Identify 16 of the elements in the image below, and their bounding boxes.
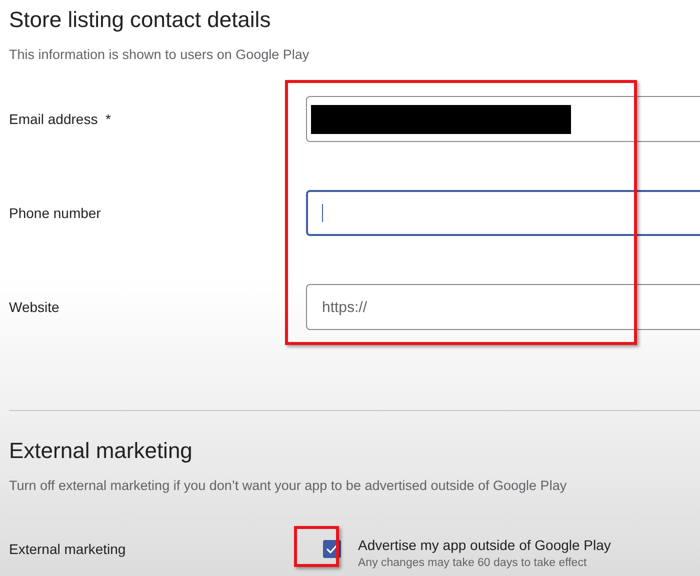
check-icon	[326, 544, 338, 554]
section-title: Store listing contact details	[8, 6, 272, 34]
text-field[interactable]	[306, 190, 700, 236]
section-title: External marketing	[8, 437, 194, 465]
text-field[interactable]: https://	[306, 284, 700, 330]
highlight-frame	[294, 526, 339, 567]
text-cursor	[322, 204, 323, 222]
text-field[interactable]	[306, 96, 700, 142]
field-label: Email address *	[8, 111, 112, 127]
field-label: Website	[8, 299, 60, 315]
section-description: Turn off external marketing if you don’t want your app to be advertised outside of Google Play	[8, 477, 568, 495]
checkbox-label: Advertise my app outside of Google Play	[358, 536, 612, 555]
field-label: Phone number	[8, 205, 102, 221]
section-description: This information is shown to users on Google Play	[8, 46, 310, 64]
field-label: External marketing	[8, 540, 127, 557]
hint-text: Any changes may take 60 days to take effect	[358, 556, 588, 571]
